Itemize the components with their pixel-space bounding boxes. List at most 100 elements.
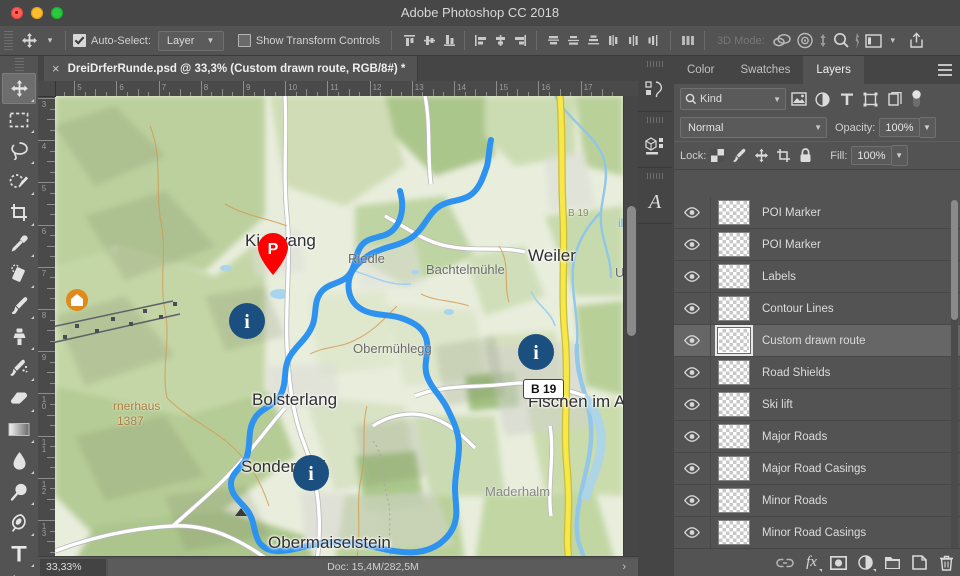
filter-kind-dropdown[interactable]: Kind ▼ (680, 88, 786, 110)
lock-image-pixels-icon[interactable] (728, 146, 750, 166)
auto-select-scope-dropdown[interactable]: Layer ▼ (158, 31, 224, 51)
layer-list-scroll-thumb[interactable] (951, 200, 958, 320)
layer-thumbnail[interactable] (718, 328, 750, 353)
path-selection-tool[interactable] (2, 569, 36, 576)
align-left-edges-button[interactable] (470, 31, 490, 51)
layer-visibility-toggle[interactable] (674, 229, 711, 260)
lock-transparent-pixels-icon[interactable] (706, 146, 728, 166)
layer-thumbnail[interactable] (718, 264, 750, 289)
panel-menu-icon[interactable] (938, 64, 952, 79)
layer-visibility-toggle[interactable] (674, 357, 711, 388)
eraser-tool[interactable] (2, 383, 36, 414)
layer-thumbnail[interactable] (718, 296, 750, 321)
document-info-menu-arrow-icon[interactable]: › (622, 561, 626, 573)
align-bottom-edges-button[interactable] (439, 31, 459, 51)
rectangular-marquee-tool[interactable] (2, 104, 36, 135)
history-panel-icon[interactable] (638, 69, 672, 112)
layer-visibility-toggle[interactable] (674, 261, 711, 292)
new-layer-icon[interactable] (906, 551, 933, 575)
tab-color[interactable]: Color (674, 56, 727, 84)
fill-stepper[interactable]: ▼ (892, 145, 908, 166)
layer-row[interactable]: Road Shields (674, 357, 960, 389)
move-tool[interactable] (2, 73, 36, 104)
close-window-button[interactable] (11, 7, 23, 19)
tools-panel-grip[interactable] (15, 58, 24, 72)
align-right-edges-button[interactable] (510, 31, 530, 51)
dodge-tool[interactable] (2, 476, 36, 507)
lock-artboard-nesting-icon[interactable] (772, 146, 794, 166)
delete-layer-icon[interactable] (933, 551, 960, 575)
opacity-stepper[interactable]: ▼ (920, 117, 936, 138)
dock-rail-grip[interactable] (647, 61, 665, 67)
layer-row[interactable]: Minor Roads (674, 485, 960, 517)
vertical-ruler[interactable]: 345678910111213 (38, 96, 56, 561)
align-top-edges-button[interactable] (399, 31, 419, 51)
spot-healing-brush-tool[interactable] (2, 259, 36, 290)
move-tool-icon[interactable] (16, 30, 42, 52)
canvas-vertical-scrollbar[interactable] (623, 96, 639, 561)
options-bar-grip[interactable] (4, 31, 13, 51)
crop-tool[interactable] (2, 197, 36, 228)
layer-visibility-toggle[interactable] (674, 485, 711, 516)
dock-rail-grip[interactable] (647, 173, 665, 179)
3d-zoom-icon[interactable] (853, 30, 862, 52)
layer-thumbnail[interactable] (718, 360, 750, 385)
distribute-bottom-edges-button[interactable] (583, 31, 603, 51)
canvas-area[interactable]: KierwangRiedleBachtelmühleWeilerMalenUnt… (55, 96, 623, 561)
share-icon[interactable] (905, 30, 928, 52)
new-group-icon[interactable] (879, 551, 906, 575)
layer-row[interactable]: Minor Road Casings (674, 517, 960, 549)
info-poi-marker-3[interactable]: i (517, 333, 555, 376)
workspace-switcher-icon[interactable] (862, 30, 885, 52)
tab-layers[interactable]: Layers (803, 56, 864, 84)
show-transform-controls-checkbox[interactable] (238, 34, 251, 47)
layer-row[interactable]: Custom drawn route (674, 325, 960, 357)
eyedropper-tool[interactable] (2, 228, 36, 259)
filter-shape-layers-icon[interactable] (859, 88, 882, 110)
canvas-vertical-scroll-thumb[interactable] (627, 206, 636, 336)
new-adjustment-layer-icon[interactable] (852, 551, 879, 575)
filter-type-layers-icon[interactable] (835, 88, 858, 110)
3d-slide-icon[interactable] (830, 30, 853, 52)
tool-preset-chevron-icon[interactable]: ▾ (42, 30, 58, 52)
tab-swatches[interactable]: Swatches (727, 56, 803, 84)
add-layer-style-icon[interactable]: fx (798, 551, 825, 575)
parking-poi-marker[interactable]: P (257, 232, 289, 281)
minimize-window-button[interactable] (31, 7, 43, 19)
horizontal-type-tool[interactable] (2, 538, 36, 569)
info-poi-marker-2[interactable]: i (292, 454, 330, 497)
align-vertical-centers-button[interactable] (419, 31, 439, 51)
zoom-level-field[interactable]: 33,33% (40, 559, 106, 576)
document-info[interactable]: Doc: 15,4M/282,5M › (108, 559, 638, 576)
layer-row[interactable]: Major Road Casings (674, 453, 960, 485)
layer-list[interactable]: POI MarkerPOI MarkerLabelsContour LinesC… (674, 197, 960, 576)
layer-visibility-toggle[interactable] (674, 421, 711, 452)
workspace-chevron-icon[interactable]: ▾ (885, 30, 901, 52)
add-layer-mask-icon[interactable] (825, 551, 852, 575)
dock-rail-grip[interactable] (647, 117, 665, 123)
link-layers-icon[interactable] (771, 551, 798, 575)
blend-mode-dropdown[interactable]: Normal ▼ (680, 117, 827, 138)
3d-orbit-icon[interactable] (771, 30, 794, 52)
3d-roll-icon[interactable] (794, 30, 817, 52)
layer-row[interactable]: POI Marker (674, 229, 960, 261)
distribute-vertical-centers-button[interactable] (563, 31, 583, 51)
close-icon[interactable]: × (52, 62, 60, 75)
ruler-origin-corner[interactable] (38, 81, 56, 97)
layer-thumbnail[interactable] (718, 200, 750, 225)
layer-row[interactable]: Major Roads (674, 421, 960, 453)
pen-tool[interactable] (2, 507, 36, 538)
layer-thumbnail[interactable] (718, 520, 750, 545)
filter-toggle-switch[interactable] (910, 89, 923, 109)
layer-row[interactable]: POI Marker (674, 197, 960, 229)
layer-visibility-toggle[interactable] (674, 517, 711, 548)
info-poi-marker-1[interactable]: i (228, 302, 266, 345)
distribute-horizontal-centers-button[interactable] (623, 31, 643, 51)
quick-selection-tool[interactable] (2, 166, 36, 197)
layer-visibility-toggle[interactable] (674, 453, 711, 484)
filter-adjustment-layers-icon[interactable] (811, 88, 834, 110)
filter-smart-objects-icon[interactable] (883, 88, 906, 110)
layer-row[interactable]: Ski lift (674, 389, 960, 421)
fill-field[interactable]: 100% (851, 146, 891, 165)
layer-thumbnail[interactable] (718, 488, 750, 513)
